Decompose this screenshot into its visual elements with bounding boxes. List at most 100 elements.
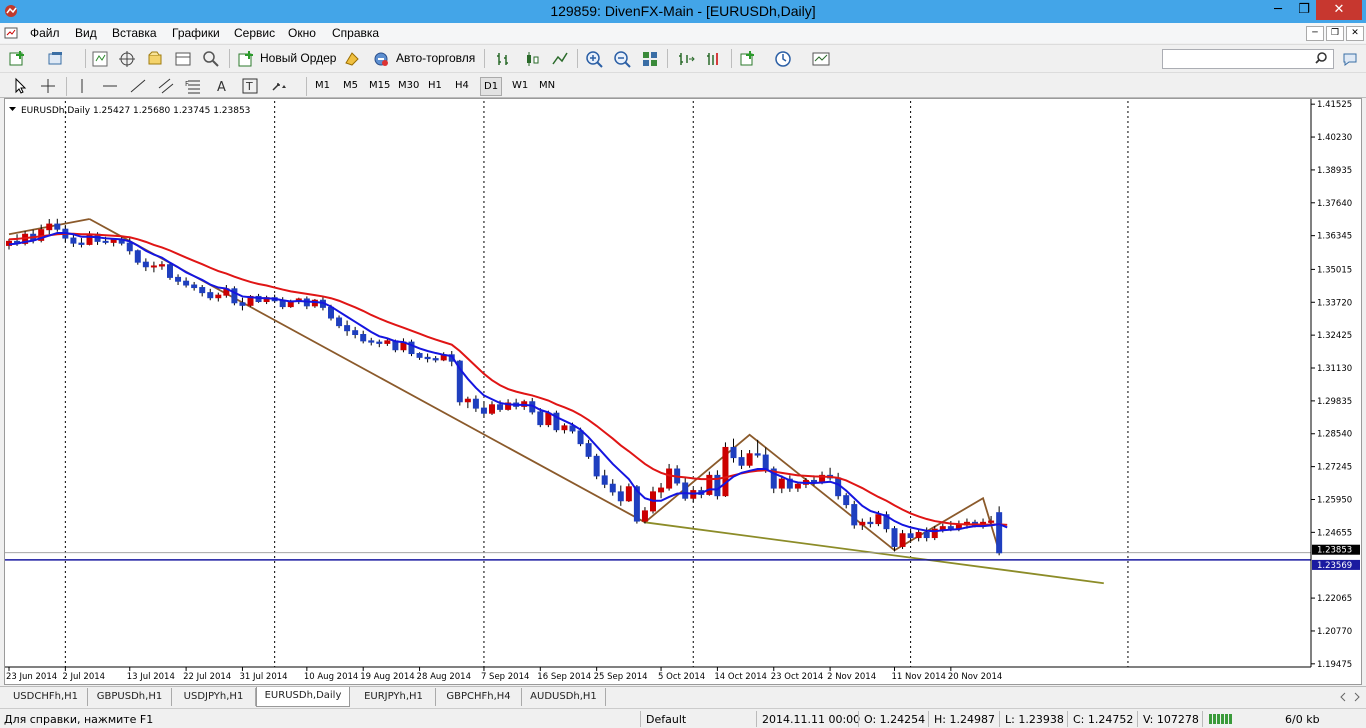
menu-tools[interactable]: Сервис <box>234 26 275 40</box>
crosshair-icon[interactable] <box>38 76 58 96</box>
date-label: 11 Nov 2014 <box>892 672 946 682</box>
indicators-icon[interactable] <box>738 49 758 69</box>
candle <box>158 261 165 270</box>
mdi-minimize-button[interactable]: ─ <box>1306 26 1324 41</box>
chart-shift-icon[interactable] <box>704 49 724 69</box>
candle <box>601 469 608 489</box>
timeframe-m1[interactable]: M1 <box>312 77 333 96</box>
tab-usdchfh-h1[interactable]: USDCHFh,H1 <box>4 688 88 706</box>
profiles-icon[interactable] <box>46 49 66 69</box>
timeframe-m30[interactable]: M30 <box>395 77 422 96</box>
profile-name[interactable]: Default <box>646 713 686 726</box>
tab-scroll-right-icon[interactable] <box>1352 691 1362 703</box>
standard-toolbar: Новый Ордер Авто-торговля <box>0 44 1366 71</box>
candle-body <box>754 453 761 456</box>
chart-window[interactable]: 1.41525 1.40230 1.38935 1.37640 1.36345 1.350… <box>4 98 1362 685</box>
terminal-icon[interactable] <box>173 49 193 69</box>
menu-help[interactable]: Справка <box>332 26 379 40</box>
tab-scroll-left-icon[interactable] <box>1338 691 1348 703</box>
connection-status-icon[interactable] <box>1208 713 1234 725</box>
timeframe-m15[interactable]: M15 <box>366 77 393 96</box>
tab-audusdh-h1[interactable]: AUDUSDh,H1 <box>522 688 606 706</box>
cursor-icon[interactable] <box>10 76 30 96</box>
navigator-icon[interactable] <box>145 49 165 69</box>
tab-gbpchfh-h4[interactable]: GBPCHFh,H4 <box>436 688 522 706</box>
candlestick-chart-icon[interactable] <box>522 49 542 69</box>
autotrading-icon[interactable] <box>371 49 391 69</box>
candle-body <box>947 526 954 530</box>
candle <box>424 353 431 363</box>
arrows-icon[interactable] <box>268 76 288 96</box>
status-bar: Для справки, нажмите F1 Default 2014.11.… <box>0 708 1366 728</box>
menu-charts[interactable]: Графики <box>172 26 220 40</box>
market-watch-icon[interactable] <box>90 49 110 69</box>
tab-gbpusdh-h1[interactable]: GBPUSDh,H1 <box>88 688 172 706</box>
zoom-in-icon[interactable] <box>584 49 604 69</box>
mdi-close-button[interactable]: ✕ <box>1346 26 1364 41</box>
title-bar: 129859: DivenFX-Main - [EURUSDh,Daily] ─… <box>0 0 1366 23</box>
candle <box>666 463 673 491</box>
strategy-tester-icon[interactable] <box>201 49 221 69</box>
chart-menu-icon[interactable] <box>9 107 16 111</box>
menu-file[interactable]: Файл <box>30 26 60 40</box>
timeframe-h1[interactable]: H1 <box>425 77 445 96</box>
minimize-button[interactable]: ─ <box>1264 0 1292 20</box>
periods-icon[interactable] <box>773 49 793 69</box>
candle-body <box>843 495 850 506</box>
tab-usdjpyh-h1[interactable]: USDJPYh,H1 <box>172 688 256 706</box>
community-icon[interactable] <box>1340 49 1360 69</box>
new-order-button[interactable]: Новый Ордер <box>260 51 336 65</box>
price-label: 1.37640 <box>1317 199 1352 209</box>
bar-chart-icon[interactable] <box>494 49 514 69</box>
templates-icon[interactable] <box>811 49 831 69</box>
autotrading-button[interactable]: Авто-торговля <box>396 51 475 65</box>
timeframe-m5[interactable]: M5 <box>340 77 361 96</box>
candle-body <box>609 483 616 493</box>
candle-body <box>78 242 85 245</box>
line-chart-icon[interactable] <box>550 49 570 69</box>
equidistant-channel-icon[interactable] <box>156 76 176 96</box>
new-order-icon[interactable] <box>236 49 256 69</box>
menu-view[interactable]: Вид <box>75 26 97 40</box>
fibonacci-icon[interactable]: F <box>184 76 204 96</box>
new-chart-icon[interactable] <box>8 49 28 69</box>
candle <box>899 529 906 549</box>
close-button[interactable]: ✕ <box>1316 0 1362 20</box>
trendline-icon[interactable] <box>128 76 148 96</box>
candle <box>617 485 624 506</box>
candle-body <box>360 334 367 342</box>
timeframe-w1[interactable]: W1 <box>509 77 531 96</box>
candle <box>561 423 568 434</box>
mdi-restore-button[interactable]: ❐ <box>1326 26 1344 41</box>
tab-eurjpyh-h1[interactable]: EURJPYh,H1 <box>352 688 436 706</box>
timeframe-mn[interactable]: MN <box>536 77 558 96</box>
price-chart[interactable]: 1.41525 1.40230 1.38935 1.37640 1.36345 1.350… <box>5 99 1361 684</box>
candle-body <box>625 486 632 502</box>
candle <box>231 286 238 306</box>
zoom-out-icon[interactable] <box>612 49 632 69</box>
candle <box>553 410 560 433</box>
search-icon[interactable] <box>1314 51 1328 65</box>
candle-body <box>70 237 77 244</box>
metaeditor-icon[interactable] <box>342 49 362 69</box>
candle <box>311 298 318 308</box>
candle-body <box>199 287 206 294</box>
text-label-icon[interactable]: T <box>240 76 260 96</box>
autoscroll-icon[interactable] <box>676 49 696 69</box>
data-window-icon[interactable] <box>117 49 137 69</box>
search-input[interactable] <box>1162 49 1334 69</box>
text-icon[interactable]: A <box>212 76 232 96</box>
chart-window-icon[interactable] <box>4 26 18 40</box>
tile-windows-icon[interactable] <box>640 49 660 69</box>
candle <box>690 488 697 503</box>
tab-eurusdh-daily[interactable]: EURUSDh,Daily <box>256 687 350 707</box>
timeframe-d1[interactable]: D1 <box>480 77 503 96</box>
menu-insert[interactable]: Вставка <box>112 26 157 40</box>
candle <box>408 339 415 357</box>
menu-window[interactable]: Окно <box>288 26 316 40</box>
vertical-line-icon[interactable] <box>72 76 92 96</box>
candle <box>641 507 648 524</box>
horizontal-line-icon[interactable] <box>100 76 120 96</box>
maximize-button[interactable]: ❐ <box>1290 0 1318 20</box>
timeframe-h4[interactable]: H4 <box>452 77 472 96</box>
